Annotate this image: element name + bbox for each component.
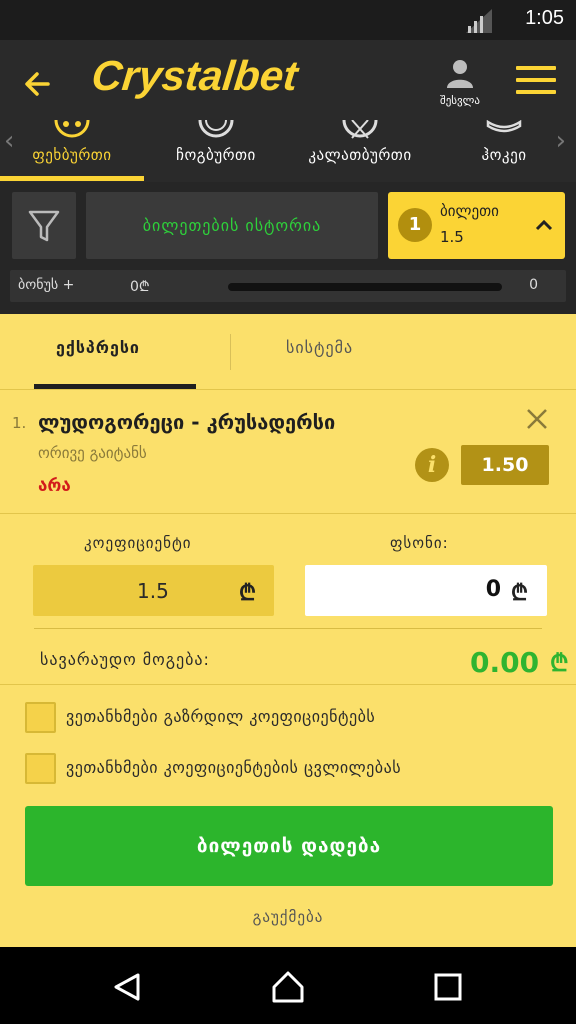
coefficient-field: 1.5 ₾	[33, 565, 274, 616]
lari-currency-icon: ₾	[550, 649, 569, 677]
stake-input[interactable]: 0 ₾	[305, 565, 547, 616]
bet-type-tabs: ექსპრესი სისტემა	[0, 314, 576, 390]
bonus-progress-value: 0	[529, 277, 538, 293]
back-arrow-icon[interactable]	[20, 64, 60, 104]
coefficient-value: 1.5	[137, 579, 169, 603]
brand-logo[interactable]: Crystalbet	[89, 52, 300, 100]
soccer-ball-icon	[54, 120, 90, 138]
funnel-icon	[28, 210, 60, 242]
chevron-up-icon	[535, 219, 553, 231]
place-bet-button[interactable]: ბილეთის დადება	[25, 806, 553, 886]
ticket-total-odds: 1.5	[440, 228, 464, 246]
accept-increased-odds-label: ვეთანხმები გაზრდილ კოეფიციენტებს	[66, 707, 376, 726]
accept-increased-odds-checkbox[interactable]	[25, 702, 56, 733]
hamburger-menu-icon[interactable]	[516, 66, 556, 98]
login-button[interactable]: შესვლა	[432, 58, 488, 107]
bonus-amount: 0₾	[130, 279, 150, 295]
ticket-toggle-button[interactable]: 1 ბილეთი 1.5	[388, 192, 565, 259]
active-tab-indicator	[0, 176, 144, 181]
hockey-puck-icon	[486, 120, 522, 133]
lari-currency-icon: ₾	[239, 581, 256, 606]
close-icon[interactable]	[525, 407, 549, 431]
sport-tabs: ფეხბურთი ჩოგბურთი კალათბურთი ჰოკეი	[0, 120, 576, 182]
accept-odds-change-label: ვეთანხმები კოეფიციენტების ცვლილებას	[66, 758, 402, 777]
tab-basketball-label: კალათბურთი	[308, 146, 412, 164]
info-icon[interactable]: i	[415, 448, 449, 482]
tab-basketball[interactable]: კალათბურთი	[288, 120, 432, 182]
selection-pick: არა	[38, 476, 71, 496]
tab-hockey-label: ჰოკეი	[481, 146, 527, 164]
selection-odds: 1.50	[461, 445, 549, 485]
divider	[34, 628, 542, 629]
tab-hockey[interactable]: ჰოკეი	[432, 120, 576, 182]
selection-market: ორივე გაიტანს	[38, 444, 147, 462]
system-nav-bar	[0, 947, 576, 1024]
login-label: შესვლა	[440, 94, 480, 107]
selection-number: 1.	[12, 414, 27, 432]
chevron-right-icon[interactable]: ›	[556, 126, 566, 156]
divider	[0, 684, 576, 685]
basketball-icon	[342, 120, 378, 139]
stake-value: 0	[485, 577, 501, 602]
divider	[0, 389, 576, 390]
tab-tennis-label: ჩოგბურთი	[176, 146, 256, 164]
ticket-history-button[interactable]: ბილეთების ისტორია	[86, 192, 378, 259]
status-clock: 1:05	[525, 7, 564, 29]
bonus-label: ბონუს +	[18, 277, 75, 293]
stake-label: ფსონი:	[390, 534, 449, 552]
cancel-link[interactable]: გაუქმება	[0, 908, 576, 926]
tab-tennis[interactable]: ჩოგბურთი	[144, 120, 288, 182]
ticket-count-badge: 1	[398, 208, 432, 242]
tennis-ball-icon	[198, 120, 234, 138]
tab-football-label: ფეხბურთი	[32, 146, 112, 164]
selection-event: ლუდოგორეცი - კრუსადერსი	[38, 410, 336, 434]
app-header: Crystalbet შესვლა	[0, 40, 576, 120]
betslip-panel: ექსპრესი სისტემა 1. ლუდოგორეცი - კრუსადე…	[0, 314, 576, 947]
ticket-label: ბილეთი	[440, 202, 499, 220]
tab-express[interactable]: ექსპრესი	[56, 338, 140, 357]
status-bar: 1:05	[0, 0, 576, 40]
divider	[0, 513, 576, 514]
accept-odds-change-checkbox[interactable]	[25, 753, 56, 784]
tab-system[interactable]: სისტემა	[286, 338, 353, 357]
nav-home-icon[interactable]	[270, 969, 306, 1005]
bonus-progress-bar	[228, 283, 502, 291]
tab-divider	[230, 334, 231, 370]
user-icon	[447, 60, 473, 88]
betslip-toolbar: ბილეთების ისტორია 1 ბილეთი 1.5 ბონუს + 0…	[0, 182, 576, 314]
nav-recents-icon[interactable]	[434, 973, 462, 1001]
coefficient-label: კოეფიციენტი	[84, 534, 192, 552]
signal-icon	[466, 9, 492, 33]
potential-win-value: 0.00	[470, 646, 540, 679]
bonus-row: ბონუს + 0₾ 0	[10, 270, 566, 302]
tab-football[interactable]: ფეხბურთი	[0, 120, 144, 182]
nav-back-icon[interactable]	[112, 971, 144, 1003]
lari-currency-icon: ₾	[511, 581, 528, 606]
potential-win-label: სავარაუდო მოგება:	[40, 650, 210, 669]
filter-button[interactable]	[12, 192, 76, 259]
chevron-left-icon[interactable]: ‹	[4, 126, 14, 156]
